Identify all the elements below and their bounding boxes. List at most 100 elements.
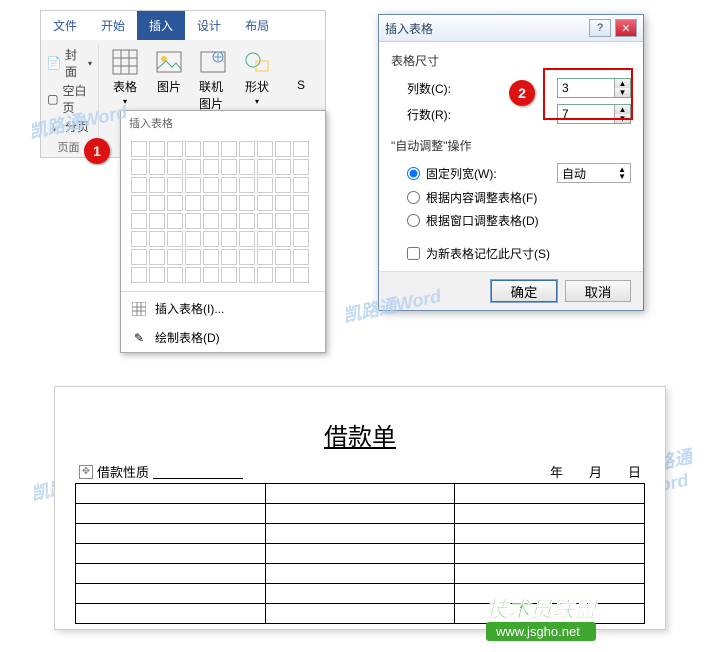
- fit-content-radio[interactable]: [407, 191, 420, 204]
- grid-cell[interactable]: [131, 159, 147, 175]
- grid-cell[interactable]: [257, 231, 273, 247]
- grid-cell[interactable]: [257, 159, 273, 175]
- tab-design[interactable]: 设计: [185, 11, 233, 40]
- cancel-button[interactable]: 取消: [565, 280, 631, 302]
- close-button[interactable]: ✕: [615, 19, 637, 37]
- blank-page-button[interactable]: ▢ 空白页: [47, 82, 92, 116]
- tab-home[interactable]: 开始: [89, 11, 137, 40]
- grid-cell[interactable]: [293, 159, 309, 175]
- grid-cell[interactable]: [221, 231, 237, 247]
- grid-cell[interactable]: [167, 195, 183, 211]
- grid-cell[interactable]: [293, 249, 309, 265]
- grid-cell[interactable]: [275, 141, 291, 157]
- grid-cell[interactable]: [275, 195, 291, 211]
- grid-cell[interactable]: [131, 177, 147, 193]
- grid-cell[interactable]: [221, 195, 237, 211]
- grid-cell[interactable]: [239, 213, 255, 229]
- table-handle-icon[interactable]: ✥: [79, 465, 93, 479]
- grid-cell[interactable]: [131, 231, 147, 247]
- grid-cell[interactable]: [203, 141, 219, 157]
- grid-cell[interactable]: [293, 231, 309, 247]
- help-button[interactable]: ?: [589, 19, 611, 37]
- grid-cell[interactable]: [221, 177, 237, 193]
- grid-cell[interactable]: [239, 249, 255, 265]
- fit-window-radio[interactable]: [407, 214, 420, 227]
- grid-cell[interactable]: [185, 177, 201, 193]
- grid-cell[interactable]: [239, 267, 255, 283]
- grid-cell[interactable]: [131, 267, 147, 283]
- grid-cell[interactable]: [239, 231, 255, 247]
- grid-cell[interactable]: [185, 231, 201, 247]
- grid-cell[interactable]: [257, 267, 273, 283]
- grid-cell[interactable]: [149, 231, 165, 247]
- dialog-titlebar[interactable]: 插入表格 ? ✕: [379, 15, 643, 42]
- grid-cell[interactable]: [131, 213, 147, 229]
- grid-cell[interactable]: [185, 213, 201, 229]
- grid-cell[interactable]: [185, 249, 201, 265]
- grid-cell[interactable]: [257, 177, 273, 193]
- page-break-button[interactable]: ⭏ 分页: [47, 118, 92, 135]
- grid-cell[interactable]: [239, 195, 255, 211]
- grid-cell[interactable]: [203, 213, 219, 229]
- grid-picker[interactable]: [121, 135, 325, 289]
- grid-cell[interactable]: [293, 213, 309, 229]
- cover-page-button[interactable]: 📄 封面 ▾: [47, 46, 92, 80]
- grid-cell[interactable]: [203, 195, 219, 211]
- grid-cell[interactable]: [293, 267, 309, 283]
- grid-cell[interactable]: [149, 213, 165, 229]
- grid-cell[interactable]: [149, 177, 165, 193]
- grid-cell[interactable]: [275, 213, 291, 229]
- grid-cell[interactable]: [185, 141, 201, 157]
- tab-file[interactable]: 文件: [41, 11, 89, 40]
- grid-cell[interactable]: [221, 267, 237, 283]
- grid-cell[interactable]: [167, 141, 183, 157]
- draw-table-menu-item[interactable]: ✎ 绘制表格(D): [121, 323, 325, 352]
- fixed-width-select[interactable]: 自动 ▲▼: [557, 163, 631, 183]
- grid-cell[interactable]: [131, 141, 147, 157]
- insert-table-menu-item[interactable]: 插入表格(I)...: [121, 294, 325, 323]
- grid-cell[interactable]: [149, 267, 165, 283]
- grid-cell[interactable]: [149, 249, 165, 265]
- grid-cell[interactable]: [203, 249, 219, 265]
- grid-cell[interactable]: [221, 249, 237, 265]
- grid-cell[interactable]: [203, 231, 219, 247]
- remember-checkbox[interactable]: [407, 247, 420, 260]
- grid-cell[interactable]: [149, 195, 165, 211]
- grid-cell[interactable]: [167, 267, 183, 283]
- tab-insert[interactable]: 插入: [137, 11, 185, 40]
- grid-cell[interactable]: [239, 159, 255, 175]
- grid-cell[interactable]: [185, 267, 201, 283]
- grid-cell[interactable]: [185, 159, 201, 175]
- grid-cell[interactable]: [203, 159, 219, 175]
- grid-cell[interactable]: [257, 195, 273, 211]
- grid-cell[interactable]: [239, 177, 255, 193]
- grid-cell[interactable]: [257, 213, 273, 229]
- grid-cell[interactable]: [221, 213, 237, 229]
- grid-cell[interactable]: [149, 141, 165, 157]
- grid-cell[interactable]: [293, 141, 309, 157]
- grid-cell[interactable]: [275, 159, 291, 175]
- grid-cell[interactable]: [149, 159, 165, 175]
- grid-cell[interactable]: [131, 195, 147, 211]
- grid-cell[interactable]: [167, 159, 183, 175]
- grid-cell[interactable]: [275, 249, 291, 265]
- grid-cell[interactable]: [167, 213, 183, 229]
- grid-cell[interactable]: [275, 231, 291, 247]
- grid-cell[interactable]: [185, 195, 201, 211]
- tab-layout[interactable]: 布局: [233, 11, 281, 40]
- grid-cell[interactable]: [275, 267, 291, 283]
- ok-button[interactable]: 确定: [491, 280, 557, 302]
- grid-cell[interactable]: [275, 177, 291, 193]
- grid-cell[interactable]: [257, 249, 273, 265]
- fixed-width-radio[interactable]: [407, 167, 420, 180]
- grid-cell[interactable]: [221, 141, 237, 157]
- grid-cell[interactable]: [203, 267, 219, 283]
- grid-cell[interactable]: [167, 177, 183, 193]
- grid-cell[interactable]: [239, 141, 255, 157]
- grid-cell[interactable]: [293, 195, 309, 211]
- grid-cell[interactable]: [131, 249, 147, 265]
- grid-cell[interactable]: [257, 141, 273, 157]
- grid-cell[interactable]: [167, 231, 183, 247]
- grid-cell[interactable]: [293, 177, 309, 193]
- grid-cell[interactable]: [203, 177, 219, 193]
